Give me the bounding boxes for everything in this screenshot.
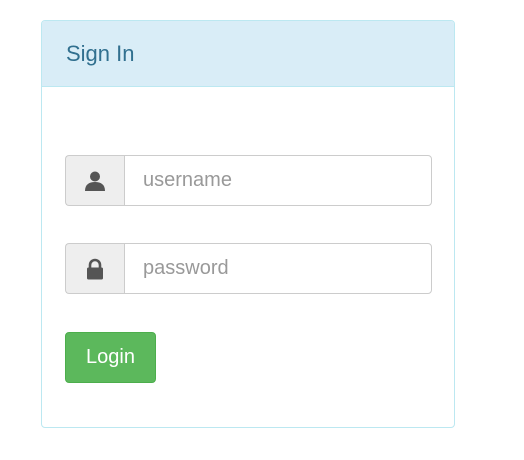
login-button[interactable]: Login xyxy=(65,332,156,383)
lock-icon xyxy=(65,243,124,294)
user-icon xyxy=(65,155,124,206)
panel-heading: Sign In xyxy=(42,21,454,87)
username-input-group xyxy=(65,155,432,206)
username-input[interactable] xyxy=(124,155,432,206)
panel-title: Sign In xyxy=(66,40,135,66)
password-input[interactable] xyxy=(124,243,432,294)
password-input-group xyxy=(65,243,432,294)
sign-in-panel: Sign In Login xyxy=(41,20,455,428)
